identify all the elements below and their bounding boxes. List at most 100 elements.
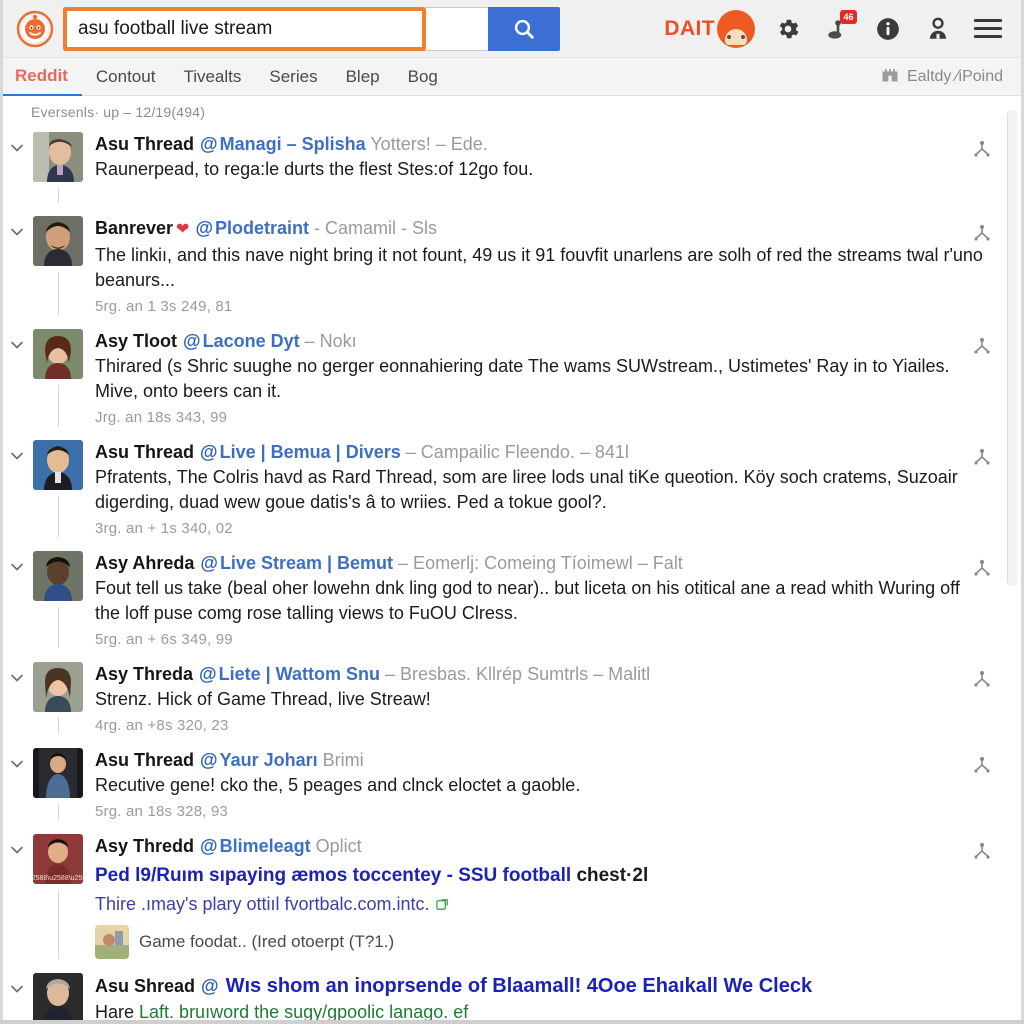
chevron-down-icon[interactable] xyxy=(3,216,31,315)
handle[interactable]: Yaur Joharı xyxy=(220,750,318,770)
list-item[interactable]: Asu Thread @ Managi – Splisha Yotters! – E… xyxy=(3,126,1021,210)
list-item[interactable]: Asy Tloot @ Lacone Dyt – Nokı Thirared (s … xyxy=(3,323,1021,434)
author-name[interactable]: Asu Thread xyxy=(95,750,194,770)
chevron-down-icon[interactable] xyxy=(3,662,31,734)
share-icon[interactable] xyxy=(971,754,993,776)
list-item-text: Thirared (s Shric suughe no gerger eonna… xyxy=(95,356,950,401)
chevron-down-icon[interactable] xyxy=(3,551,31,648)
list-item-text: Pfratents, The Colris havd as Rard Threa… xyxy=(95,467,958,512)
author-name[interactable]: Asu Thread xyxy=(95,442,194,462)
list-item-text: Hare Laft. bruıword the sugy/ɡpoolic lan… xyxy=(95,1000,985,1020)
list-item-header: Asy Threda @ Liete | Wattom Snu – Bresbas.… xyxy=(95,662,985,686)
info-icon[interactable] xyxy=(871,12,905,46)
avatar xyxy=(33,662,83,712)
share-icon[interactable] xyxy=(971,446,993,468)
header-actions: DAIT 46 xyxy=(664,9,1021,48)
avatar-column xyxy=(31,662,85,734)
list-item-link-post[interactable]: \u2588\u2588\u2588 Asy Thredd @Blimeleagt… xyxy=(3,828,1021,967)
row-meta: - Camamil - Sls xyxy=(314,218,438,238)
chevron-down-icon[interactable] xyxy=(3,748,31,820)
row-meta: – Nokı xyxy=(304,331,357,351)
handle[interactable]: Live Stream | Bemut xyxy=(220,553,393,573)
account-button[interactable]: DAIT xyxy=(664,9,755,48)
list-item-body: Asy Thredd @ Blimeleagt Oplict Ped l9/Ruım… xyxy=(85,834,1021,959)
row-meta: – Campailic Fleendo. – 841l xyxy=(405,442,629,462)
handle[interactable]: Live | Bemua | Divers xyxy=(220,442,401,462)
list-item-body: Banrever ❤ @ Plodetraint - Camamil - Sls Th… xyxy=(85,216,1021,315)
share-icon[interactable] xyxy=(971,138,993,160)
hamburger-menu-icon[interactable] xyxy=(971,12,1005,46)
handle[interactable]: Managi – Splisha xyxy=(220,134,366,154)
list-item[interactable]: Asu Thread @ Yaur Joharı Brimi Recutive ge… xyxy=(3,742,1021,828)
avatar-column xyxy=(31,329,85,426)
list-item[interactable]: Asy Ahreda @ Live Stream | Bemut – Eomerlj… xyxy=(3,545,1021,656)
list-item[interactable]: Asu Thread @ Live | Bemua | Divers – Campa… xyxy=(3,434,1021,545)
search-submit-button[interactable] xyxy=(488,6,560,51)
chat-bubble-icon[interactable]: 46 xyxy=(821,9,857,46)
list-item-header: Asu Thread @ Yaur Joharı Brimi xyxy=(95,748,985,772)
account-label: DAIT xyxy=(664,16,715,40)
author-name[interactable]: Asy Tloot xyxy=(95,331,177,351)
share-icon[interactable] xyxy=(971,840,993,862)
chevron-down-icon[interactable] xyxy=(3,132,31,202)
tab-reddit[interactable]: Reddit xyxy=(3,57,82,97)
share-icon[interactable] xyxy=(971,557,993,579)
link-post-url[interactable]: Thire .ımay's plary ottiıl fvortbalc.com… xyxy=(95,891,985,917)
app-header: DAIT 46 xyxy=(3,0,1021,58)
avatar-column xyxy=(31,216,85,315)
at-symbol: @ xyxy=(200,553,218,573)
handle[interactable]: Lacone Dyt xyxy=(203,331,300,351)
search-bar xyxy=(63,6,560,51)
chevron-down-icon[interactable] xyxy=(3,329,31,426)
external-link-icon xyxy=(435,894,450,914)
thread-line xyxy=(57,607,59,648)
link-post-preview: Game foodat.. (Ired otoerpt (T?1.) xyxy=(95,925,985,959)
share-icon[interactable] xyxy=(971,335,993,357)
list-item[interactable]: Banrever ❤ @ Plodetraint - Camamil - Sls Th… xyxy=(3,210,1021,323)
tab-bog[interactable]: Bog xyxy=(394,58,452,95)
author-name[interactable]: Asu Shread xyxy=(95,976,195,996)
user-icon[interactable] xyxy=(921,12,955,46)
reddit-snoo-logo-icon[interactable] xyxy=(15,9,55,49)
tab-series[interactable]: Series xyxy=(255,58,331,95)
tab-contout[interactable]: Contout xyxy=(82,58,170,95)
author-name[interactable]: Asy Threda xyxy=(95,664,193,684)
author-name[interactable]: Banrever xyxy=(95,218,173,238)
list-item-header: Asy Ahreda @ Live Stream | Bemut – Eomerlj… xyxy=(95,551,985,575)
results-meta-line: Eversenls· up – 12/19(494) xyxy=(31,104,206,120)
search-input[interactable] xyxy=(63,6,488,51)
share-icon[interactable] xyxy=(971,668,993,690)
app-window: DAIT 46 xyxy=(0,0,1024,1024)
post-headline[interactable]: Wıs shom an inoprsende of Blaamall! 4Ooe… xyxy=(226,975,812,997)
user-avatar-snoo-icon xyxy=(717,9,755,48)
list-item-text: Raunerpead, to rega:le durts the flest S… xyxy=(95,159,534,179)
list-item-stats: 4rg. an +8s 320, 23 xyxy=(95,717,229,734)
chevron-down-icon[interactable] xyxy=(3,973,31,1020)
list-item-text: Recutive gene! cko the, 5 peages and cln… xyxy=(95,775,581,795)
avatar-column xyxy=(31,440,85,537)
tab-tivealts[interactable]: Tivealts xyxy=(169,58,255,95)
saved-point-button[interactable]: Ealtdy ⁄iPoind xyxy=(880,64,1021,89)
author-name[interactable]: Asu Thread xyxy=(95,134,194,154)
list-item-body: Asu Thread @ Managi – Splisha Yotters! – E… xyxy=(85,132,1021,202)
avatar xyxy=(33,973,83,1020)
list-item-stats: 3rg. an + 1s 340, 02 xyxy=(95,520,233,537)
thread-line xyxy=(57,718,59,734)
list-item[interactable]: Asu Shread @ Wıs shom an inoprsende of Bl… xyxy=(3,967,1021,1020)
handle[interactable]: Liete | Wattom Snu xyxy=(219,664,380,684)
link-post-title-tail: chest·2l xyxy=(576,865,649,886)
at-symbol: @ xyxy=(200,442,218,462)
handle[interactable]: Blimeleagt xyxy=(220,836,311,856)
author-name[interactable]: Asy Thredd xyxy=(95,836,194,856)
share-icon[interactable] xyxy=(971,222,993,244)
link-post-title[interactable]: Ped l9/Ruım sıpaying æmos toccentey - SS… xyxy=(95,862,985,889)
scrollbar-thumb[interactable] xyxy=(1007,110,1017,586)
list-item[interactable]: Asy Threda @ Liete | Wattom Snu – Bresbas.… xyxy=(3,656,1021,742)
tab-blep[interactable]: Blep xyxy=(332,58,394,95)
gear-icon[interactable] xyxy=(771,12,805,46)
chevron-down-icon[interactable] xyxy=(3,440,31,537)
handle[interactable]: Plodetraint xyxy=(215,218,309,238)
author-name[interactable]: Asy Ahreda xyxy=(95,553,194,573)
chevron-down-icon[interactable] xyxy=(3,834,31,959)
list-item-text-lead: Hare xyxy=(95,1002,135,1020)
